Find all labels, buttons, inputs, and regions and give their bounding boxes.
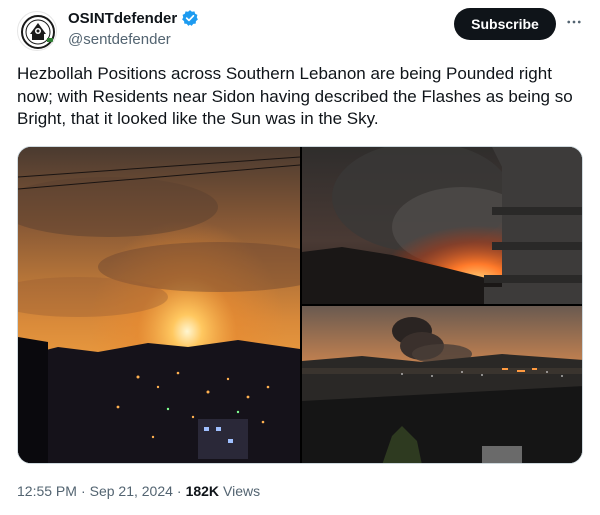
- author-avatar[interactable]: [17, 11, 57, 51]
- views-count: 182K: [185, 483, 220, 499]
- tweet-meta: 12:55 PM · Sep 21, 2024 · 182K Views: [17, 483, 260, 499]
- author-handle[interactable]: @sentdefender: [68, 31, 171, 48]
- subscribe-button[interactable]: Subscribe: [454, 8, 556, 40]
- osint-logo-icon: [19, 13, 56, 50]
- tweet-text: Hezbollah Positions across Southern Leba…: [17, 64, 573, 128]
- distant-smoke-photo: [302, 306, 582, 463]
- media-photo-2[interactable]: [302, 147, 582, 304]
- author-name-row[interactable]: OSINTdefender: [68, 9, 199, 27]
- media-photo-3[interactable]: [302, 306, 582, 463]
- orange-sky-photo: [18, 147, 300, 463]
- media-photo-1[interactable]: [18, 147, 300, 463]
- tweet-time[interactable]: 12:55 PM: [17, 483, 77, 499]
- tweet-header: OSINTdefender @sentdefender Subscribe: [0, 0, 600, 60]
- meta-separator: ·: [80, 483, 86, 499]
- smoke-fire-photo: [302, 147, 582, 304]
- meta-separator-2: ·: [176, 483, 182, 499]
- views-label: Views: [223, 483, 261, 499]
- author-display-name[interactable]: OSINTdefender: [68, 10, 177, 27]
- tweet-date[interactable]: Sep 21, 2024: [90, 483, 173, 499]
- media-grid: [17, 146, 583, 464]
- more-horizontal-icon[interactable]: [564, 12, 584, 32]
- verified-badge-icon: [181, 9, 199, 27]
